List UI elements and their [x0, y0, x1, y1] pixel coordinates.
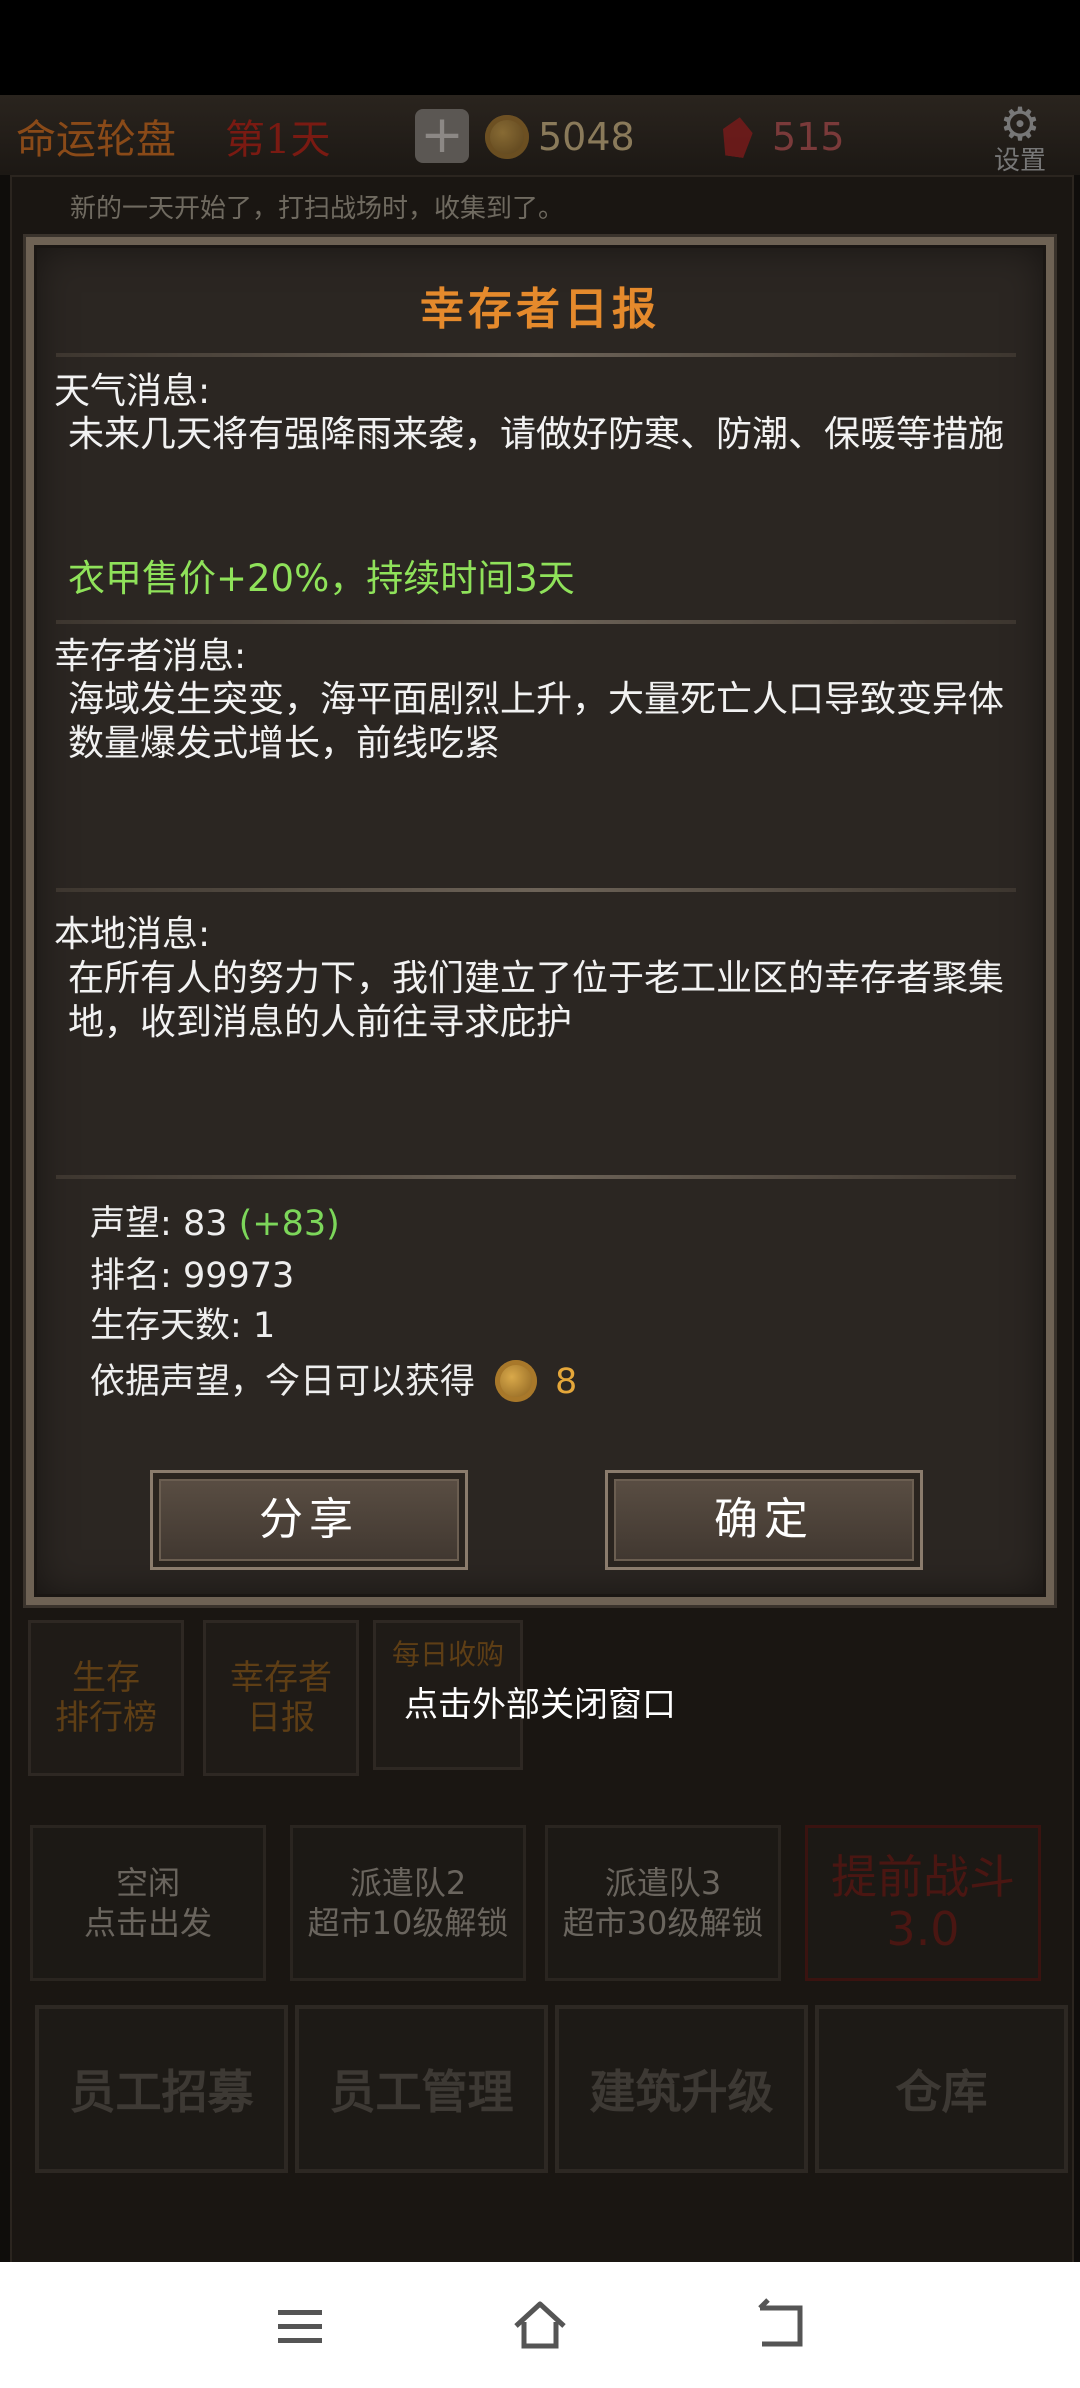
reward-value: 8 — [555, 1362, 578, 1402]
local-heading: 本地消息: — [54, 914, 211, 955]
back-icon[interactable] — [750, 2296, 810, 2356]
reputation-delta: (+83) — [238, 1204, 340, 1244]
weather-effect: 衣甲售价+20%，持续时间3天 — [68, 557, 575, 600]
status-bar — [0, 0, 1080, 95]
home-icon[interactable] — [510, 2296, 570, 2356]
weather-text: 未来几天将有强降雨来袭，请做好防寒、防潮、保暖等措施 — [68, 414, 1005, 455]
rank-label: 排名: — [90, 1256, 172, 1296]
survival-days-label: 生存天数: — [90, 1306, 242, 1346]
survival-days-row: 生存天数: 1 — [90, 1297, 275, 1348]
survivor-text: 海域发生突变，海平面剧烈上升，大量死亡人口导致变异体数量爆发式增长，前线吃紧 — [68, 679, 1005, 764]
divider — [56, 620, 1016, 624]
reputation-label: 声望: — [90, 1204, 172, 1244]
divider — [56, 353, 1016, 357]
dialog-title: 幸存者日报 — [420, 284, 660, 335]
weather-heading: 天气消息: — [54, 371, 211, 412]
daily-report-dialog: 幸存者日报 天气消息: 未来几天将有强降雨来袭，请做好防寒、防潮、保暖等措施 衣… — [26, 237, 1054, 1605]
reward-label: 依据声望，今日可以获得 — [90, 1362, 476, 1402]
reputation-row: 声望: 83 (+83) — [90, 1195, 340, 1246]
reward-row: 依据声望，今日可以获得 8 — [90, 1353, 577, 1404]
survival-days-value: 1 — [252, 1306, 276, 1346]
menu-icon[interactable] — [270, 2296, 330, 2356]
confirm-button[interactable]: 确定 — [605, 1470, 923, 1570]
share-button[interactable]: 分享 — [150, 1470, 468, 1570]
divider — [56, 888, 1016, 892]
local-text: 在所有人的努力下，我们建立了位于老工业区的幸存者聚集地，收到消息的人前往寻求庇护 — [68, 958, 1005, 1043]
divider — [56, 1175, 1016, 1179]
rank-value: 99973 — [182, 1256, 295, 1296]
reputation-value: 83 — [182, 1204, 228, 1244]
rank-row: 排名: 99973 — [90, 1247, 294, 1298]
coin-icon — [495, 1360, 538, 1402]
survivor-heading: 幸存者消息: — [54, 636, 247, 677]
navigation-bar — [0, 2262, 1080, 2388]
